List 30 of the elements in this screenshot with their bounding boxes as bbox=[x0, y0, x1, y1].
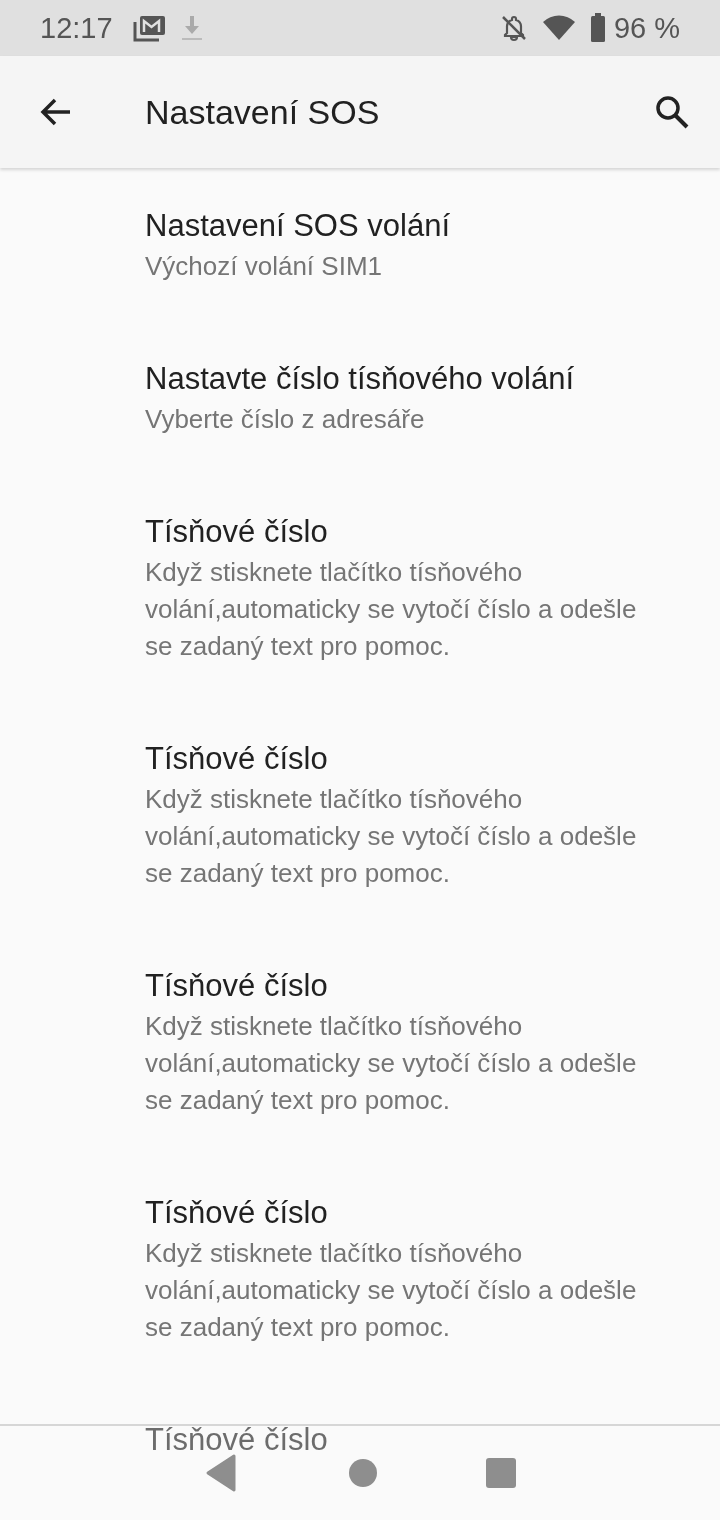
item-title: Tísňové číslo bbox=[145, 740, 329, 778]
settings-item[interactable]: Tísňové číslo bbox=[0, 1382, 720, 1498]
settings-item[interactable]: Tísňové číslo Když stisknete tlačítko tísňového volání,automaticky se vytočí číslo a odešle se zadaný text pro pomoc. bbox=[0, 928, 720, 1155]
settings-item[interactable]: Tísňové číslo Když stisknete tlačítko tísňového volání,automaticky se vytočí číslo a odešle se zadaný text pro pomoc. bbox=[0, 701, 720, 928]
item-summary: Když stisknete tlačítko tísňového volání,automaticky se vytočí číslo a odešle se zadaný text pro pomoc. bbox=[145, 1010, 638, 1117]
bell-off-icon bbox=[499, 14, 528, 42]
settings-item[interactable]: Tísňové číslo Když stisknete tlačítko tísňového volání,automaticky se vytočí číslo a odešle se zadaný text pro pomoc. bbox=[0, 474, 720, 701]
item-title: Nastavení SOS volání bbox=[145, 207, 451, 245]
item-title: Nastavte číslo tísňového volání bbox=[145, 360, 576, 398]
item-title: Tísňové číslo bbox=[145, 1421, 329, 1459]
battery-icon bbox=[589, 13, 606, 43]
clock-time: 12:17 bbox=[40, 11, 113, 45]
item-title: Tísňové číslo bbox=[145, 513, 329, 551]
item-summary: Když stisknete tlačítko tísňového volání,automaticky se vytočí číslo a odešle se zadaný text pro pomoc. bbox=[145, 783, 638, 890]
settings-item[interactable]: Tísňové číslo Když stisknete tlačítko tísňového volání,automaticky se vytočí číslo a odešle se zadaný text pro pomoc. bbox=[0, 1155, 720, 1382]
item-title: Tísňové číslo bbox=[145, 1194, 329, 1232]
settings-item[interactable]: Nastavení SOS volání Výchozí volání SIM1 bbox=[0, 168, 720, 321]
page-title: Nastavení SOS bbox=[145, 92, 381, 132]
item-summary: Když stisknete tlačítko tísňového volání,automaticky se vytočí číslo a odešle se zadaný text pro pomoc. bbox=[145, 556, 638, 663]
home-circle-icon[interactable] bbox=[348, 1458, 378, 1488]
item-title: Tísňové číslo bbox=[145, 967, 329, 1005]
settings-item[interactable]: Nastavte číslo tísňového volání Vyberte číslo z adresáře bbox=[0, 321, 720, 474]
search-icon bbox=[654, 94, 690, 130]
item-summary: Vyberte číslo z adresáře bbox=[145, 403, 426, 436]
item-summary: Výchozí volání SIM1 bbox=[145, 250, 383, 283]
mail-icon bbox=[132, 14, 167, 42]
wifi-icon bbox=[541, 14, 576, 42]
battery-percent: 96 % bbox=[613, 11, 680, 45]
item-summary: Když stisknete tlačítko tísňového volání,automaticky se vytočí číslo a odešle se zadaný text pro pomoc. bbox=[145, 1237, 638, 1344]
download-icon bbox=[180, 14, 203, 42]
